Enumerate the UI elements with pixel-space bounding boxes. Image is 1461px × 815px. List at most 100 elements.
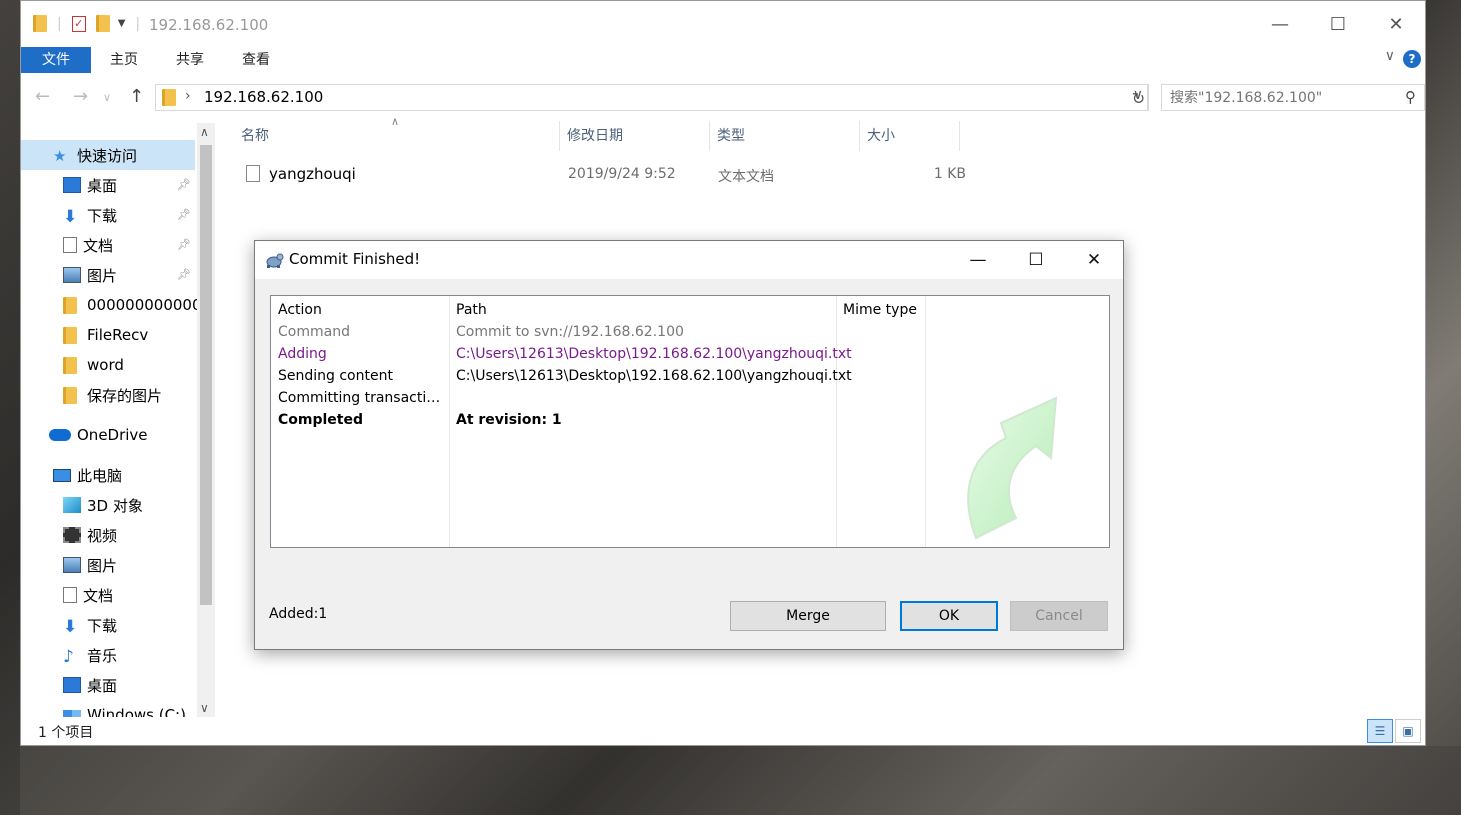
customize-toolbar-icon[interactable]: ▼ [118, 18, 126, 29]
search-icon: ⚲ [1405, 88, 1416, 106]
column-header-mime-type[interactable]: Mime type [843, 302, 917, 318]
sidebar-item-label: FileRecv [87, 326, 149, 344]
sidebar-item-label: OneDrive [77, 426, 148, 444]
sidebar-item-label: 此电脑 [77, 466, 123, 485]
sidebar-item-label: 视频 [87, 526, 118, 545]
ok-button[interactable]: OK [900, 601, 998, 631]
sidebar-item-desktop[interactable]: 桌面 [63, 170, 117, 200]
download-icon: ⬇ [63, 617, 78, 637]
minimize-button[interactable]: — [1251, 1, 1309, 47]
sidebar-item-label: 图片 [87, 266, 118, 285]
sidebar-item-folder[interactable]: 000000000000 [63, 290, 202, 320]
help-icon[interactable]: ? [1403, 50, 1421, 68]
pin-icon[interactable]: 📌︎ [177, 208, 191, 221]
download-icon: ⬇ [63, 207, 78, 227]
sidebar-item-folder[interactable]: 保存的图片 [63, 380, 162, 410]
commit-log-list[interactable]: Action Path Mime type Command Commit to … [270, 295, 1110, 548]
sidebar-item-folder[interactable]: FileRecv [63, 320, 148, 350]
column-divider[interactable] [859, 121, 860, 151]
large-icons-view-icon[interactable]: ▣ [1395, 719, 1421, 743]
sidebar-item-downloads-pc[interactable]: ⬇ 下载 [63, 610, 117, 640]
back-icon[interactable]: ← [35, 86, 50, 107]
pin-icon[interactable]: 📌︎ [177, 268, 191, 281]
sidebar-item-pictures[interactable]: 图片 [63, 260, 117, 290]
sidebar-item-3d-objects[interactable]: 3D 对象 [63, 490, 143, 520]
merge-button[interactable]: Merge [730, 601, 886, 631]
scroll-down-icon[interactable]: ∨ [200, 701, 209, 715]
tab-file[interactable]: 文件 [21, 47, 91, 73]
column-divider[interactable] [449, 296, 450, 547]
sidebar-item-label: Windows (C:) [87, 706, 186, 717]
column-divider[interactable] [836, 296, 837, 547]
details-view-icon[interactable]: ☰ [1367, 719, 1393, 743]
tab-share[interactable]: 共享 [157, 47, 223, 73]
pin-icon[interactable]: 📌︎ [177, 178, 191, 191]
sidebar-item-folder[interactable]: word [63, 350, 124, 380]
properties-icon[interactable]: ✓ [71, 15, 86, 32]
file-row[interactable]: yangzhouqi 2019/9/24 9:52 文本文档 1 KB [236, 161, 966, 187]
dialog-title: Commit Finished! [289, 250, 421, 268]
row-action: Committing transaction... [278, 390, 444, 406]
sidebar-item-music[interactable]: ♪ 音乐 [63, 640, 117, 670]
up-icon[interactable]: ↑ [129, 86, 144, 107]
tab-home[interactable]: 主页 [91, 47, 157, 73]
star-icon: ★ [53, 147, 67, 165]
sidebar-item-quick-access[interactable]: ★ 快速访问 [21, 140, 195, 170]
search-input[interactable] [1162, 85, 1382, 110]
item-count: 1 个项目 [38, 725, 94, 741]
column-divider[interactable] [925, 296, 926, 547]
search-box[interactable]: ⚲ [1161, 84, 1425, 111]
maximize-button[interactable]: ☐ [1309, 1, 1367, 47]
sidebar-item-videos[interactable]: 视频 [63, 520, 117, 550]
desktop-icon [63, 677, 81, 693]
dialog-maximize-button[interactable]: ☐ [1007, 241, 1065, 279]
column-divider[interactable] [959, 121, 960, 151]
breadcrumb-chevron-icon[interactable]: › [185, 88, 191, 104]
scroll-up-icon[interactable]: ∧ [200, 125, 209, 139]
sidebar-item-onedrive[interactable]: OneDrive [49, 420, 148, 450]
folder-icon [63, 356, 77, 374]
sidebar-item-desktop-pc[interactable]: 桌面 [63, 670, 117, 700]
sidebar-item-this-pc[interactable]: 此电脑 [53, 460, 122, 490]
summary-text: Added:1 [269, 606, 328, 622]
column-header-path[interactable]: Path [456, 302, 487, 318]
breadcrumb[interactable]: 192.168.62.100 [204, 88, 323, 106]
file-size: 1 KB [933, 166, 966, 182]
window-title: 192.168.62.100 [149, 16, 269, 34]
sidebar-item-label: 下载 [87, 206, 118, 225]
sidebar-item-label: 文档 [83, 236, 114, 255]
address-bar[interactable]: › 192.168.62.100 ∨ [155, 84, 1148, 111]
new-folder-icon[interactable] [95, 15, 110, 32]
pin-icon[interactable]: 📌︎ [177, 238, 191, 251]
sidebar-scrollbar[interactable]: ∧ ∨ [197, 123, 215, 717]
sidebar-item-drive-c[interactable]: Windows (C:) [63, 700, 186, 717]
sidebar-item-downloads[interactable]: ⬇ 下载 [63, 200, 117, 230]
dialog-minimize-button[interactable]: — [949, 241, 1007, 279]
column-divider[interactable] [559, 121, 560, 151]
sidebar-item-documents[interactable]: 文档 [63, 230, 113, 260]
column-header-size[interactable]: 大小 [867, 121, 957, 151]
sidebar-item-pictures-pc[interactable]: 图片 [63, 550, 117, 580]
column-header-modified[interactable]: 修改日期 [567, 121, 707, 151]
file-name: yangzhouqi [269, 165, 356, 183]
row-action: Command [278, 324, 350, 340]
dialog-close-button[interactable]: ✕ [1065, 241, 1123, 279]
close-button[interactable]: ✕ [1367, 1, 1425, 47]
sidebar-item-documents-pc[interactable]: 文档 [63, 580, 113, 610]
column-header-action[interactable]: Action [278, 302, 322, 318]
column-header-type[interactable]: 类型 [717, 121, 857, 151]
title-bar: | ✓ ▼ | 192.168.62.100 — ☐ ✕ [21, 1, 1425, 47]
forward-icon[interactable]: → [73, 86, 88, 107]
sidebar-item-label: word [87, 356, 124, 374]
sidebar-item-label: 图片 [87, 556, 118, 575]
expand-ribbon-icon[interactable]: ∨ [1385, 48, 1395, 64]
scrollbar-thumb[interactable] [200, 145, 212, 605]
tab-view[interactable]: 查看 [223, 47, 289, 73]
address-row: ← → ∨ ↑ › 192.168.62.100 ∨ ↻ ⚲ [21, 81, 1425, 113]
sidebar-item-label: 文档 [83, 586, 114, 605]
column-divider[interactable] [709, 121, 710, 151]
column-header-name[interactable]: 名称 [241, 121, 559, 151]
refresh-icon[interactable]: ↻ [1129, 84, 1149, 111]
cancel-button[interactable]: Cancel [1010, 601, 1108, 631]
recent-locations-icon[interactable]: ∨ [103, 91, 111, 104]
